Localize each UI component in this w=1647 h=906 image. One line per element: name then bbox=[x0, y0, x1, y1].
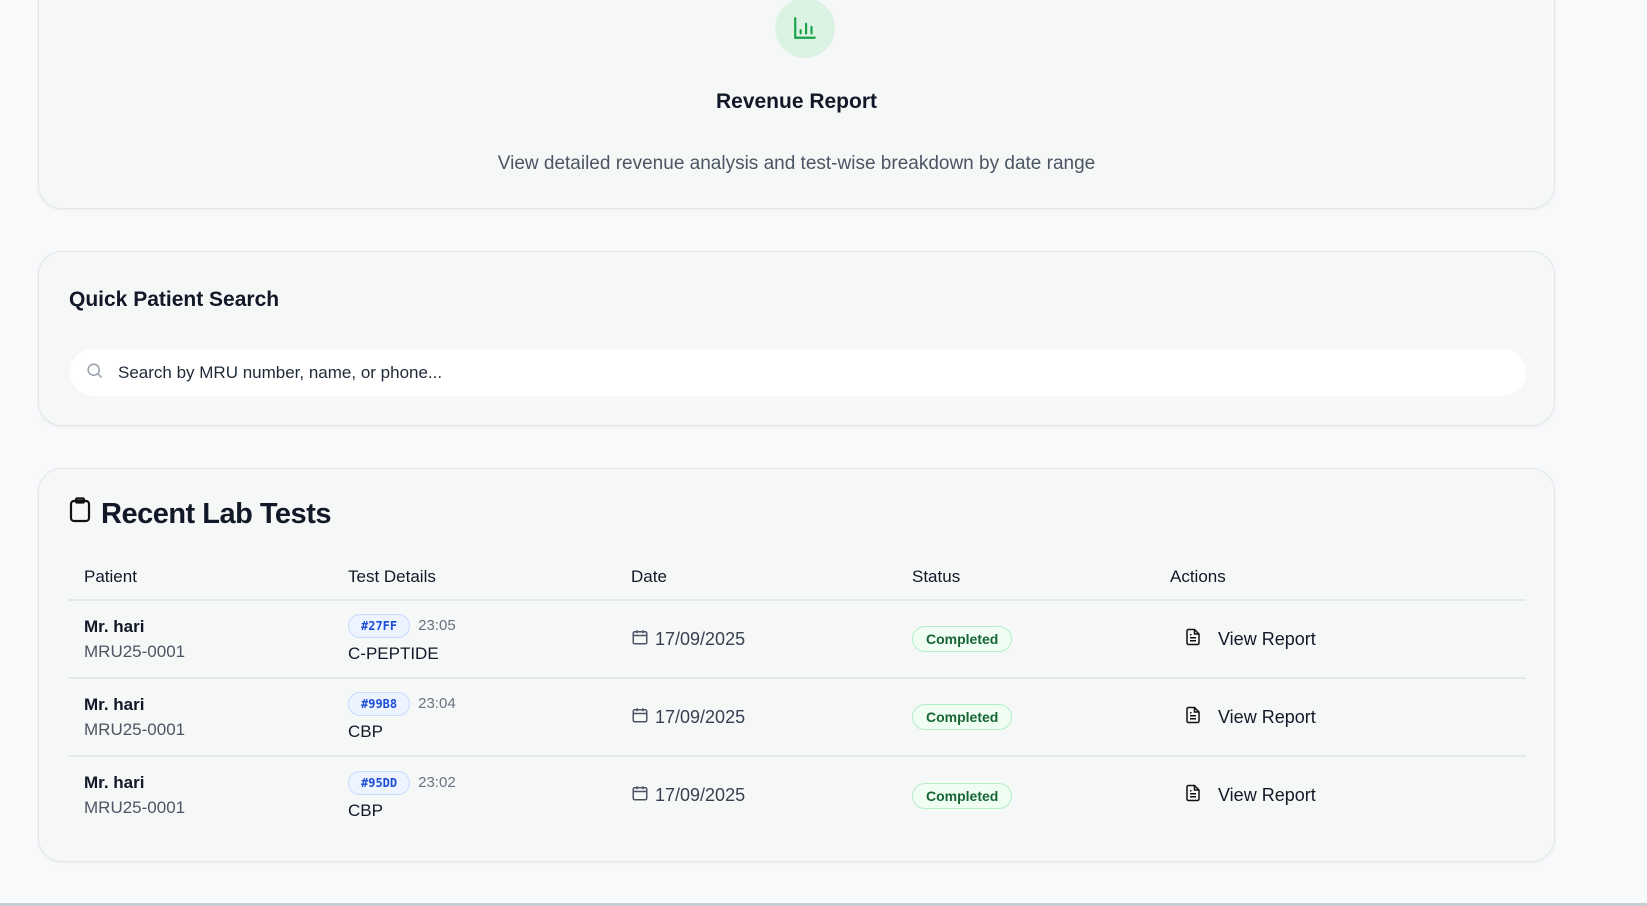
test-name: C-PEPTIDE bbox=[348, 644, 439, 663]
patient-name: Mr. hari bbox=[84, 616, 145, 636]
view-report-button[interactable]: View Report bbox=[1184, 705, 1526, 730]
recent-lab-tests-card: Recent Lab Tests Patient Test Details Da… bbox=[38, 468, 1555, 862]
column-header-test-details: Test Details bbox=[332, 555, 615, 601]
column-header-patient: Patient bbox=[68, 555, 332, 601]
revenue-report-description: View detailed revenue analysis and test-… bbox=[497, 153, 1096, 174]
quick-search-card: Quick Patient Search bbox=[38, 251, 1555, 426]
calendar-icon bbox=[631, 706, 649, 729]
column-header-actions: Actions bbox=[1154, 555, 1526, 601]
test-time: 23:05 bbox=[418, 617, 456, 634]
search-icon bbox=[70, 361, 104, 385]
test-time: 23:02 bbox=[418, 773, 456, 791]
view-report-label: View Report bbox=[1218, 628, 1316, 649]
patient-name: Mr. hari bbox=[84, 773, 145, 792]
calendar-icon bbox=[631, 628, 649, 651]
column-header-date: Date bbox=[615, 555, 896, 601]
calendar-icon bbox=[631, 784, 649, 807]
recent-lab-tests-title: Recent Lab Tests bbox=[101, 497, 331, 530]
status-badge: Completed bbox=[912, 782, 1013, 809]
test-id-badge: #95DD bbox=[348, 770, 411, 795]
search-input[interactable] bbox=[118, 362, 1418, 383]
view-report-label: View Report bbox=[1218, 706, 1316, 727]
test-id-badge: #99B8 bbox=[348, 692, 411, 716]
test-name: CBP bbox=[348, 800, 383, 820]
patient-mru: MRU25-0001 bbox=[84, 719, 186, 739]
table-row: Mr. hari MRU25-0001 #99B8 23:04 CBP 17/09/2… bbox=[68, 678, 1526, 757]
revenue-report-card[interactable]: Revenue Report View detailed revenue ana… bbox=[38, 0, 1555, 209]
quick-search-title: Quick Patient Search bbox=[69, 288, 280, 311]
patient-mru: MRU25-0001 bbox=[84, 798, 186, 817]
test-id-badge: #27FF bbox=[348, 614, 411, 638]
view-report-label: View Report bbox=[1218, 785, 1316, 805]
search-box[interactable] bbox=[70, 349, 1526, 396]
test-time: 23:04 bbox=[418, 695, 456, 712]
view-report-button[interactable]: View Report bbox=[1184, 783, 1526, 808]
table-row: Mr. hari MRU25-0001 #95DD 23:02 CBP 17/09/2… bbox=[68, 756, 1526, 834]
test-date: 17/09/2025 bbox=[655, 785, 746, 805]
file-text-icon bbox=[1184, 705, 1202, 730]
file-text-icon bbox=[1184, 783, 1202, 808]
patient-name: Mr. hari bbox=[84, 694, 145, 714]
clipboard-icon bbox=[69, 497, 91, 531]
test-date: 17/09/2025 bbox=[655, 628, 746, 649]
file-text-icon bbox=[1184, 627, 1202, 652]
revenue-report-title: Revenue Report bbox=[715, 90, 878, 113]
test-date: 17/09/2025 bbox=[655, 706, 746, 727]
view-report-button[interactable]: View Report bbox=[1184, 627, 1526, 652]
table-row: Mr. hari MRU25-0001 #27FF 23:05 C-PEPTIDE 1… bbox=[68, 600, 1526, 679]
bar-chart-icon bbox=[775, 0, 835, 58]
lab-tests-table: Patient Test Details Date Status Actions… bbox=[68, 555, 1526, 834]
test-name: CBP bbox=[348, 722, 383, 741]
status-badge: Completed bbox=[912, 626, 1013, 652]
status-badge: Completed bbox=[912, 704, 1013, 730]
patient-mru: MRU25-0001 bbox=[84, 641, 186, 661]
column-header-status: Status bbox=[896, 555, 1154, 601]
